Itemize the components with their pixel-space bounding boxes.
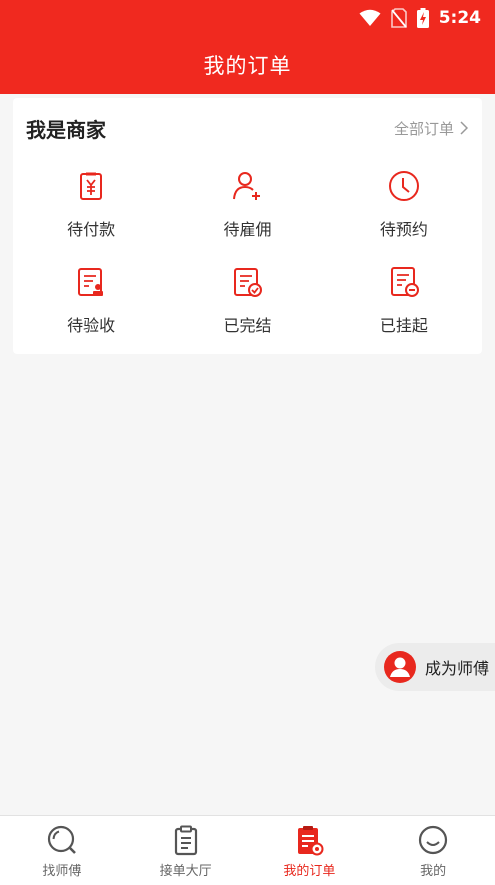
user-avatar-icon — [384, 651, 416, 683]
status-label: 待预约 — [379, 220, 428, 239]
clock-icon — [388, 171, 419, 201]
page-title: 我的订单 — [203, 54, 292, 78]
tab-label: 我的 — [420, 864, 447, 879]
status-bar: 5:24 — [0, 0, 495, 36]
status-pending-inspection[interactable]: 待验收 — [13, 260, 169, 342]
tab-order-hall[interactable]: 接单大厅 — [124, 816, 248, 885]
search-icon — [47, 825, 76, 854]
suspended-document-icon — [390, 267, 419, 297]
smiley-icon — [419, 825, 448, 855]
status-pending-appointment[interactable]: 待预约 — [326, 164, 482, 246]
status-label: 待付款 — [67, 220, 116, 239]
tab-my-orders[interactable]: 我的订单 — [248, 816, 372, 885]
all-orders-label: 全部订单 — [393, 119, 454, 138]
clipboard-icon — [174, 825, 197, 856]
payment-receipt-icon — [80, 172, 103, 200]
tab-label: 我的订单 — [283, 864, 336, 879]
status-label: 待雇佣 — [223, 220, 272, 239]
status-pending-hire[interactable]: 待雇佣 — [169, 164, 325, 246]
all-orders-link[interactable]: 全部订单 — [394, 118, 468, 139]
order-status-grid: 待付款 待雇佣 待预约 待验收 已完结 已挂起 — [13, 164, 482, 342]
clock-time: 5:24 — [438, 8, 481, 28]
wifi-icon — [359, 9, 381, 26]
card-heading: 我是商家 — [26, 117, 106, 142]
become-master-label: 成为师傅 — [425, 659, 490, 678]
app-bar: 我的订单 — [0, 36, 495, 94]
no-sim-icon — [390, 8, 407, 28]
inspection-document-icon — [78, 268, 104, 296]
bottom-tab-bar: 找师傅 接单大厅 我的订单 我的 — [0, 815, 495, 885]
tab-label: 接单大厅 — [159, 864, 212, 879]
status-label: 已完结 — [223, 316, 272, 335]
tab-mine[interactable]: 我的 — [371, 816, 495, 885]
status-completed[interactable]: 已完结 — [169, 260, 325, 342]
orders-icon — [298, 826, 324, 856]
user-add-icon — [233, 172, 261, 200]
chevron-right-icon — [460, 121, 468, 135]
completed-document-icon — [234, 268, 263, 297]
status-pending-payment[interactable]: 待付款 — [13, 164, 169, 246]
merchant-orders-card: 我是商家 全部订单 待付款 待雇佣 待预约 待验收 已完结 已挂起 — [13, 98, 482, 354]
become-master-button[interactable]: 成为师傅 — [375, 643, 495, 691]
card-header: 我是商家 全部订单 — [13, 98, 482, 158]
tab-label: 找师傅 — [42, 864, 82, 879]
status-suspended[interactable]: 已挂起 — [326, 260, 482, 342]
tab-find-master[interactable]: 找师傅 — [0, 816, 124, 885]
status-label: 待验收 — [67, 316, 116, 335]
status-label: 已挂起 — [379, 316, 428, 335]
battery-charging-icon — [416, 8, 429, 28]
